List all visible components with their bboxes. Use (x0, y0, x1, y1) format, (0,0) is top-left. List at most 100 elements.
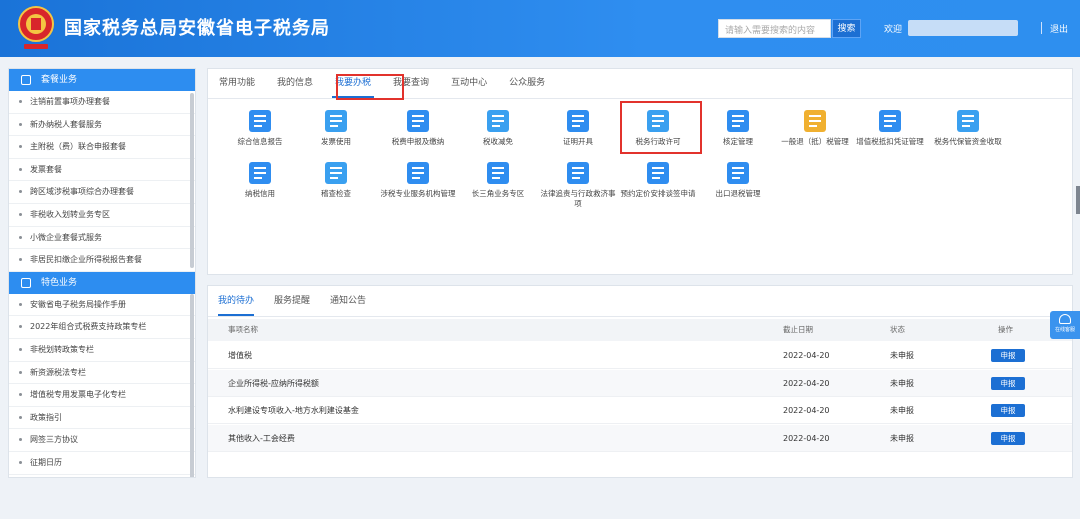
sidebar-item-label: 小微企业套餐式服务 (30, 232, 102, 242)
row-name: 水利建设专项收入-地方水利建设基金 (228, 406, 359, 415)
function-label: 纳税信用 (245, 189, 275, 198)
sidebar-package-item[interactable]: 注销前置事项办理套餐 (9, 91, 195, 114)
agency-icon (407, 162, 429, 184)
function-item[interactable]: 税收减免 (458, 110, 538, 147)
function-label: 长三角业务专区 (471, 189, 525, 198)
bullet-icon (19, 415, 22, 419)
row-status: 未申报 (890, 406, 914, 415)
logout-link[interactable]: 退出 (1050, 22, 1068, 35)
export-refund-icon (727, 162, 749, 184)
row-name: 企业所得税-应纳所得税额 (228, 378, 319, 388)
search-input[interactable]: 请输入需要搜索的内容 (718, 19, 831, 38)
row-status: 未申报 (890, 351, 914, 360)
bullet-icon (19, 167, 22, 171)
sidebar-package-item[interactable]: 跨区域涉税事项综合办理套餐 (9, 181, 195, 204)
sidebar-featured-item[interactable]: 安徽省电子税务局操作手册 (9, 294, 195, 317)
function-item[interactable]: 税费申报及缴纳 (378, 110, 458, 147)
function-item[interactable]: 综合信息报告 (220, 110, 300, 147)
sidebar-scrollbar-1[interactable] (190, 93, 194, 268)
lower-tab-1[interactable]: 服务提醒 (264, 286, 320, 316)
function-label: 税务代保管资金收取 (934, 137, 1002, 146)
lower-tab-divider (208, 316, 1072, 317)
sidebar-featured-item[interactable]: 新资源税法专栏 (9, 362, 195, 385)
bullet-icon (19, 145, 22, 149)
sidebar-package-item[interactable]: 小微企业套餐式服务 (9, 227, 195, 250)
bullet-icon (19, 100, 22, 103)
sidebar-featured-item[interactable]: 非税划转政策专栏 (9, 339, 195, 362)
row-date: 2022-04-20 (783, 378, 830, 388)
declare-button[interactable]: 申报 (991, 404, 1025, 417)
tab-0[interactable]: 常用功能 (208, 69, 266, 98)
bullet-icon (19, 393, 22, 397)
function-item[interactable]: 涉税专业服务机构管理 (378, 162, 458, 199)
sidebar-featured-item[interactable]: 征期日历 (9, 452, 195, 475)
function-item[interactable]: 稽查检查 (296, 162, 376, 199)
table-row: 企业所得税-应纳所得税额 2022-04-20 未申报 申报 (208, 369, 1072, 397)
sidebar-item-label: 新办纳税人套餐服务 (30, 119, 102, 129)
sidebar-package-item[interactable]: 主附税（费）联合申报套餐 (9, 136, 195, 159)
sidebar-item-label: 主附税（费）联合申报套餐 (30, 142, 126, 152)
sidebar-featured-item[interactable]: 政策指引 (9, 407, 195, 430)
certificate-icon (567, 110, 589, 132)
function-item[interactable]: 证明开具 (538, 110, 618, 147)
tab-4[interactable]: 互动中心 (440, 69, 498, 98)
sidebar-package-item[interactable]: 新办纳税人套餐服务 (9, 114, 195, 137)
table-row: 增值税 2022-04-20 未申报 申报 (208, 342, 1072, 369)
row-date: 2022-04-20 (783, 351, 830, 360)
highlight-tab-box (336, 74, 404, 100)
search-button[interactable]: 搜索 (832, 19, 861, 38)
function-item[interactable]: 预约定价安排谈签申请 (618, 162, 698, 199)
declare-button[interactable]: 申报 (991, 431, 1025, 445)
sidebar-item-label: 非居民扣缴企业所得税报告套餐 (30, 255, 142, 265)
function-item[interactable]: 一般退（抵）税管理 (775, 110, 855, 147)
function-item[interactable]: 出口退税管理 (698, 162, 778, 199)
bullet-icon (19, 438, 22, 442)
inspection-icon (325, 162, 347, 184)
sidebar-scrollbar-2[interactable] (190, 294, 194, 477)
function-item[interactable]: 核定管理 (698, 110, 778, 147)
sidebar-featured-item[interactable]: 2022年组合式税费支持政策专栏 (9, 316, 195, 339)
sidebar-item-label: 2022年组合式税费支持政策专栏 (30, 322, 147, 332)
function-label: 税收减免 (483, 137, 513, 146)
tab-5[interactable]: 公众服务 (498, 69, 556, 98)
site-title: 国家税务总局安徽省电子税务局 (64, 18, 330, 39)
table-row: 其他收入-工会经费 2022-04-20 未申报 申报 (208, 424, 1072, 452)
function-item[interactable]: 增值税抵扣凭证管理 (850, 110, 930, 147)
function-item[interactable]: 纳税信用 (220, 162, 300, 199)
tax-emblem-logo (18, 6, 54, 49)
row-date: 2022-04-20 (783, 406, 830, 415)
sidebar-package-item[interactable]: 发票套餐 (9, 159, 195, 182)
bullet-icon (19, 190, 22, 194)
invoice-icon (325, 110, 347, 132)
bullet-icon (19, 347, 22, 351)
sidebar-section-featured[interactable]: 特色业务 (9, 271, 195, 294)
tax-reduction-icon (487, 110, 509, 132)
sidebar-item-label: 注销前置事项办理套餐 (30, 97, 110, 106)
lower-tab-0[interactable]: 我的待办 (208, 286, 264, 316)
declare-button[interactable]: 申报 (991, 376, 1025, 390)
sidebar-package-item[interactable]: 非居民扣缴企业所得税报告套餐 (9, 249, 195, 272)
col-name: 事项名称 (228, 325, 258, 334)
sidebar-item-label: 新资源税法专栏 (30, 367, 86, 377)
sidebar-section-package[interactable]: 套餐业务 (9, 69, 195, 91)
function-item[interactable]: 税务代保管资金收取 (928, 110, 1008, 147)
lower-tab-2[interactable]: 通知公告 (320, 286, 376, 316)
sidebar-featured-item[interactable]: 网签三方协议 (9, 429, 195, 452)
function-label: 法律追责与行政救济事项 (540, 189, 616, 208)
online-help-button[interactable]: 在线客服 (1050, 311, 1080, 339)
col-status: 状态 (890, 325, 905, 334)
sidebar-item-label: 跨区域涉税事项综合办理套餐 (30, 187, 134, 197)
yangtze-icon (487, 162, 509, 184)
headset-icon (1059, 314, 1071, 324)
function-item[interactable]: 发票使用 (296, 110, 376, 147)
col-action: 操作 (998, 325, 1013, 334)
sidebar-featured-item[interactable]: 增值税专用发票电子化专栏 (9, 384, 195, 407)
featured-icon (21, 277, 31, 288)
sidebar: 套餐业务 注销前置事项办理套餐 新办纳税人套餐服务主附税（费）联合申报套餐发票套餐… (8, 68, 196, 478)
declare-button[interactable]: 申报 (991, 349, 1025, 362)
tab-1[interactable]: 我的信息 (266, 69, 324, 98)
function-item[interactable]: 长三角业务专区 (458, 162, 538, 199)
sidebar-package-item[interactable]: 非税收入划转业务专区 (9, 204, 195, 227)
function-item[interactable]: 法律追责与行政救济事项 (538, 162, 618, 209)
sidebar-item-label: 非税收入划转业务专区 (30, 209, 110, 219)
